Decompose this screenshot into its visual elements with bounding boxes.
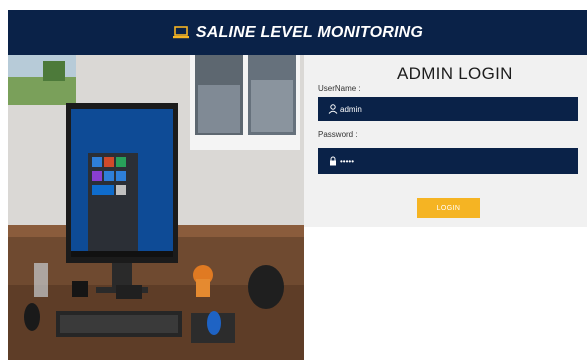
password-value: ••••• <box>340 156 355 166</box>
password-field[interactable]: ••••• <box>318 148 578 174</box>
password-label: Password : <box>318 130 358 139</box>
lock-icon <box>328 156 338 166</box>
user-icon <box>328 104 338 114</box>
brand: SALINE LEVEL MONITORING <box>172 24 423 42</box>
workspace-photo <box>8 55 304 360</box>
login-button[interactable]: LOGIN <box>417 198 480 218</box>
app-title: SALINE LEVEL MONITORING <box>195 23 424 41</box>
username-field[interactable]: admin <box>318 97 578 121</box>
username-label: UserName : <box>318 84 361 93</box>
laptop-icon <box>172 25 190 40</box>
username-value: admin <box>340 104 362 114</box>
app-header: SALINE LEVEL MONITORING <box>8 10 587 55</box>
login-title: ADMIN LOGIN <box>397 64 513 83</box>
